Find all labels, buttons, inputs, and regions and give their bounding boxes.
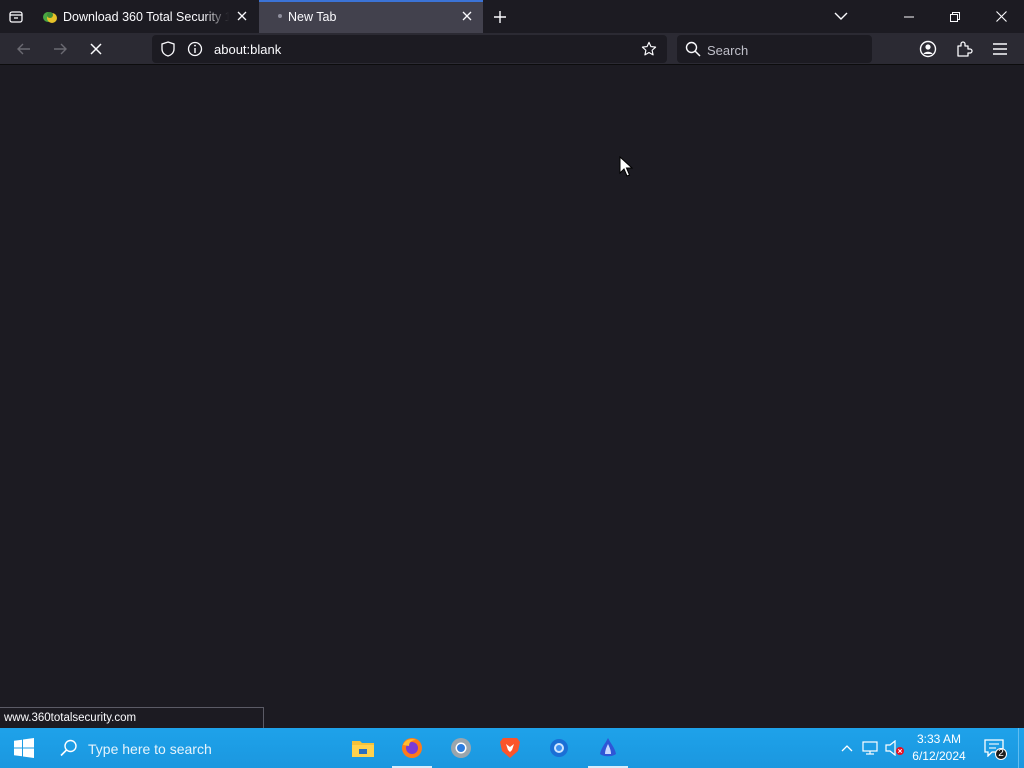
close-window-button[interactable] — [978, 0, 1024, 33]
url-text[interactable]: about:blank — [214, 42, 281, 57]
show-desktop-button[interactable] — [1018, 728, 1024, 768]
minimize-icon — [904, 16, 914, 17]
taskbar-app-firefox[interactable] — [388, 728, 436, 768]
status-panel: www.360totalsecurity.com — [0, 707, 264, 728]
info-icon — [187, 41, 203, 57]
chevron-down-icon — [834, 12, 848, 20]
app-menu-button[interactable] — [988, 37, 1012, 61]
windows-logo-icon — [14, 738, 34, 758]
clock-date: 6/12/2024 — [912, 749, 966, 763]
taskbar-search-box[interactable]: Type here to search — [48, 728, 338, 768]
star-icon — [641, 41, 657, 56]
status-link-text: www.360totalsecurity.com — [4, 712, 137, 724]
chrome-icon — [451, 738, 471, 758]
close-icon — [995, 11, 1007, 22]
start-button[interactable] — [0, 728, 48, 768]
tab-new-tab[interactable]: New Tab — [259, 0, 483, 33]
taskbar-app-blue-circle[interactable] — [535, 728, 583, 768]
blue-globe-icon — [550, 739, 568, 757]
list-all-tabs-button[interactable] — [4, 5, 28, 29]
action-center-button[interactable]: 2 — [978, 728, 1010, 768]
show-hidden-icons-button[interactable] — [837, 738, 857, 758]
stop-x-icon — [90, 43, 102, 55]
back-button[interactable] — [12, 37, 36, 61]
restore-button[interactable] — [932, 0, 978, 33]
tab-strip: Download 360 Total Security 11.0.0.1023 … — [0, 0, 1024, 33]
tab-overflow-button[interactable] — [832, 7, 850, 25]
tab-close-button[interactable] — [460, 9, 474, 23]
account-button[interactable] — [916, 37, 940, 61]
navigation-toolbar: about:blank Search — [0, 33, 1024, 65]
notification-count-badge: 2 — [995, 748, 1007, 760]
url-bar[interactable]: about:blank — [152, 35, 667, 63]
tab-close-button[interactable] — [235, 9, 249, 23]
taskbar-app-pinned[interactable] — [584, 728, 632, 768]
speaker-muted-icon — [885, 740, 904, 756]
360-total-security-icon — [43, 12, 57, 23]
search-icon — [685, 41, 701, 57]
loading-dot-icon — [278, 14, 282, 18]
brave-lion-icon — [500, 738, 520, 758]
extensions-button[interactable] — [952, 37, 976, 61]
taskbar-app-file-explorer[interactable] — [339, 728, 387, 768]
forward-button[interactable] — [48, 37, 72, 61]
chevron-up-icon — [841, 745, 853, 752]
page-content[interactable] — [0, 66, 1024, 728]
taskbar-app-brave[interactable] — [486, 728, 534, 768]
volume-tray-button[interactable] — [885, 738, 905, 758]
mouse-cursor-icon — [619, 156, 633, 177]
new-tab-button[interactable] — [490, 7, 510, 27]
plus-icon — [494, 11, 506, 23]
network-disconnected-icon — [862, 741, 878, 755]
shield-icon — [161, 41, 175, 57]
tab-title: New Tab — [288, 10, 337, 24]
arrow-left-icon — [17, 43, 30, 55]
search-icon — [60, 739, 77, 757]
tab-360-download[interactable]: Download 360 Total Security 11.0.0.1023 — [34, 0, 258, 33]
arrow-right-icon — [54, 43, 67, 55]
firefox-icon — [402, 738, 422, 758]
tab-list-icon — [9, 11, 23, 23]
taskbar-clock[interactable]: 3:33 AM 6/12/2024 — [904, 731, 974, 765]
search-bar[interactable]: Search — [677, 35, 872, 63]
taskbar-search-placeholder: Type here to search — [88, 741, 212, 757]
search-placeholder: Search — [707, 43, 749, 58]
tab-title: Download 360 Total Security 11.0.0.1023 — [63, 10, 229, 24]
taskbar-app-chrome[interactable] — [437, 728, 485, 768]
folder-icon — [352, 741, 374, 757]
minimize-button[interactable] — [886, 0, 932, 33]
account-icon — [919, 40, 937, 58]
puzzle-piece-icon — [957, 41, 973, 57]
site-info-button[interactable] — [187, 41, 203, 57]
restore-icon — [950, 11, 960, 22]
tracking-protection-button[interactable] — [160, 41, 176, 57]
hamburger-menu-icon — [993, 43, 1007, 55]
close-icon — [237, 11, 247, 21]
close-icon — [462, 11, 472, 21]
bookmark-star-button[interactable] — [641, 41, 657, 57]
windows-taskbar: Type here to search 3:33 AM 6/12/2024 2 — [0, 728, 1024, 768]
network-tray-button[interactable] — [861, 738, 881, 758]
stop-button[interactable] — [84, 37, 108, 61]
clock-time: 3:33 AM — [916, 732, 962, 746]
app-logo-icon — [600, 738, 616, 757]
